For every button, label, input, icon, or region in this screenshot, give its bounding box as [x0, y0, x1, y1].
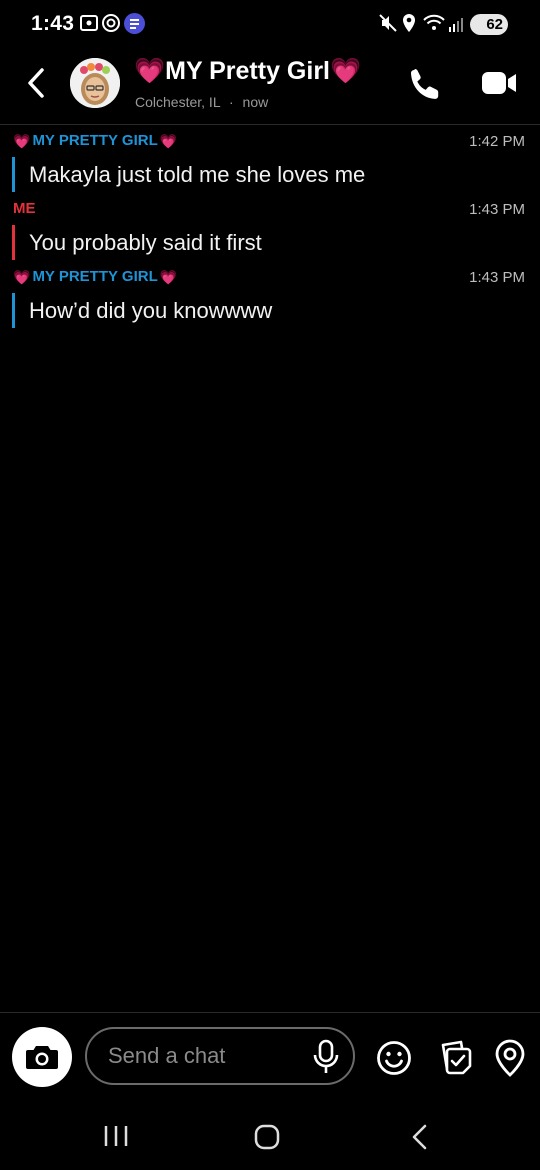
- message-item: 💗 MY PRETTY GIRL 💗 1:43 PM How’d did you…: [0, 262, 540, 330]
- compose-bar: [0, 1012, 540, 1103]
- status-bar: 1:43 62: [0, 0, 540, 48]
- message-timestamp: 1:43 PM: [469, 201, 525, 218]
- battery-level: 62: [486, 16, 503, 33]
- location-pin-icon[interactable]: [493, 1039, 527, 1077]
- message-timestamp: 1:42 PM: [469, 133, 525, 150]
- message-item: 💗 MY PRETTY GIRL 💗 1:42 PM Makayla just …: [0, 126, 540, 194]
- message-list: 💗 MY PRETTY GIRL 💗 1:42 PM Makayla just …: [0, 126, 540, 330]
- heart-emoji: 💗: [13, 268, 31, 285]
- camera-icon: [26, 1046, 58, 1069]
- sender-name: ME: [13, 200, 36, 217]
- smiley-icon[interactable]: [375, 1039, 413, 1077]
- separator-dot: ·: [228, 94, 234, 110]
- sender-name: MY PRETTY GIRL: [32, 268, 158, 285]
- message-text[interactable]: How’d did you knowwww: [12, 293, 272, 328]
- message-timestamp: 1:43 PM: [469, 269, 525, 286]
- heart-emoji: 💗: [159, 132, 178, 149]
- signal-icon: [449, 18, 463, 32]
- mute-icon: [379, 14, 397, 32]
- wifi-icon: [423, 14, 445, 30]
- app-notification-icon: [124, 13, 145, 34]
- sender-label: ME: [13, 200, 36, 217]
- sender-label: 💗 MY PRETTY GIRL 💗: [13, 132, 177, 149]
- status-time: 1:43: [31, 12, 75, 35]
- camera-button[interactable]: [12, 1027, 72, 1087]
- message-text[interactable]: Makayla just told me she loves me: [12, 157, 365, 192]
- chat-header: 💗MY Pretty Girl💗 Colchester, IL · now: [0, 48, 540, 125]
- recent-apps-icon[interactable]: [102, 1124, 130, 1148]
- video-camera-icon[interactable]: [480, 68, 518, 98]
- phone-icon[interactable]: [408, 66, 444, 102]
- battery-indicator: 62: [470, 14, 508, 35]
- chat-title[interactable]: 💗MY Pretty Girl💗: [134, 57, 361, 86]
- location-status-icon: [403, 14, 415, 32]
- avatar[interactable]: [70, 58, 120, 108]
- sticker-icon[interactable]: [438, 1039, 474, 1077]
- home-icon[interactable]: [254, 1124, 280, 1150]
- bitmoji-avatar-icon: [70, 58, 120, 108]
- heart-emoji: 💗: [13, 132, 31, 149]
- sender-name: MY PRETTY GIRL: [32, 132, 158, 149]
- microphone-icon[interactable]: [310, 1039, 342, 1075]
- nfc-icon: [102, 14, 120, 32]
- location-label: Colchester, IL: [135, 94, 221, 110]
- chevron-left-icon[interactable]: [22, 66, 52, 100]
- screenshot-icon: [80, 15, 98, 31]
- message-item: ME 1:43 PM You probably said it first: [0, 194, 540, 262]
- last-seen-label: now: [242, 94, 269, 110]
- sender-label: 💗 MY PRETTY GIRL 💗: [13, 268, 177, 285]
- system-nav-bar: [0, 1102, 540, 1170]
- heart-emoji: 💗: [159, 268, 178, 285]
- message-text[interactable]: You probably said it first: [12, 225, 262, 260]
- chat-subtitle: Colchester, IL · now: [135, 94, 268, 110]
- back-nav-icon[interactable]: [409, 1123, 429, 1151]
